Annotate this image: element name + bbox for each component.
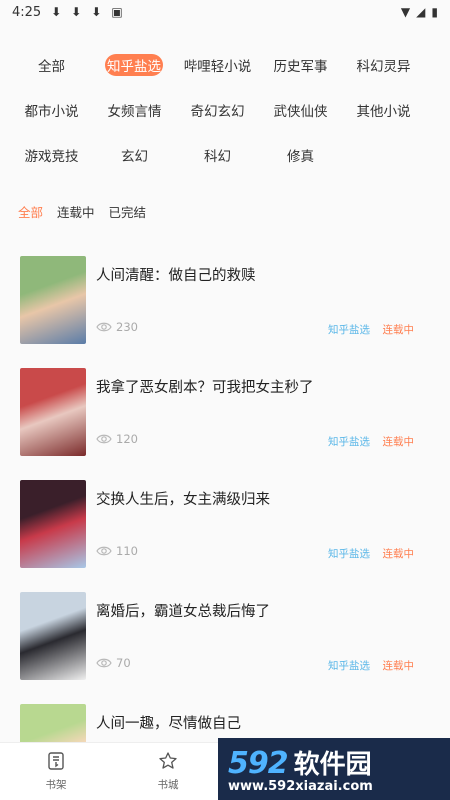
book-list-item[interactable]: 离婚后，霸道女总裁后悔了 70 知乎盐选 连载中 [0,592,450,704]
signal-icon: ◢ [416,5,426,19]
view-count-value: 230 [116,320,138,334]
status-tab[interactable]: 全部 [18,202,43,221]
category-item[interactable]: 全部 [10,54,93,76]
nav-bookshelf-label: 书架 [45,779,67,791]
watermark-chinese: 软件园 [293,750,372,780]
serial-status-tag: 连载中 [382,548,415,560]
nav-bookstore-label: 书城 [157,779,179,791]
book-cover-image [20,592,86,680]
book-list-item[interactable]: 人间清醒：做自己的救赎 230 知乎盐选 连载中 [0,256,450,368]
download-icon: ⬇ [91,5,102,19]
wifi-icon: ▼ [400,5,411,19]
watermark-number: 592 [228,746,289,781]
category-item[interactable]: 武侠仙侠 [259,99,342,121]
nav-bookshelf[interactable]: 书架 [0,743,112,800]
status-time: 4:25 [12,4,42,20]
download-icon: ⬇ [71,5,82,19]
watermark-url: www.592xiazai.com [228,779,373,794]
view-count-value: 110 [116,544,138,558]
category-item[interactable]: 历史军事 [259,54,342,76]
eye-icon [96,658,112,668]
battery-icon: ▮ [431,5,438,19]
book-title: 人间一趣，尽情做自己 [96,716,241,732]
category-item[interactable]: 奇幻玄幻 [176,99,259,121]
book-title: 我拿了恶女剧本？可我把女主秒了 [96,380,314,396]
eye-icon [96,322,112,332]
view-count: 110 [96,544,138,558]
bookstore-icon [159,752,177,769]
book-cover-image [20,480,86,568]
serial-status-tag: 连载中 [382,660,415,672]
status-filter-tabs: 全部 连载中 已完结 [0,166,450,221]
view-count: 230 [96,320,138,334]
view-count-value: 120 [116,432,138,446]
category-item[interactable]: 女频言情 [93,99,176,121]
book-list-item[interactable]: 我拿了恶女剧本？可我把女主秒了 120 知乎盐选 连载中 [0,368,450,480]
category-item[interactable]: 科幻灵异 [342,54,425,76]
status-bar: 4:25 ⬇ ⬇ ⬇ ▣ ▼ ◢ ▮ [0,0,450,24]
serial-status-tag: 连载中 [382,324,415,336]
site-watermark: 592 软件园 www.592xiazai.com [218,738,450,800]
nav-bookstore[interactable]: 书城 [112,743,224,800]
eye-icon [96,546,112,556]
book-title: 人间清醒：做自己的救赎 [96,268,256,284]
book-cover-image [20,368,86,456]
notification-app-icon: ▣ [111,5,123,19]
bookshelf-icon [48,752,64,770]
source-tag: 知乎盐选 [328,324,370,336]
status-tab[interactable]: 已完结 [109,202,147,221]
category-grid: 全部 知乎盐选 哔哩轻小说 历史军事 科幻灵异都市小说 女频言情 奇幻玄幻 武侠仙侠 其他小说游… [0,24,450,166]
category-item[interactable]: 修真 [259,144,342,166]
source-tag: 知乎盐选 [328,548,370,560]
serial-status-tag: 连载中 [382,436,415,448]
source-tag: 知乎盐选 [328,660,370,672]
book-title: 离婚后，霸道女总裁后悔了 [96,604,270,620]
book-list-item[interactable]: 交换人生后，女主满级归来 110 知乎盐选 连载中 [0,480,450,592]
download-icon: ⬇ [51,5,62,19]
category-item[interactable]: 哔哩轻小说 [176,54,259,76]
view-count: 70 [96,656,131,670]
status-tab[interactable]: 连载中 [57,202,95,221]
source-tag: 知乎盐选 [328,436,370,448]
eye-icon [96,434,112,444]
view-count: 120 [96,432,138,446]
category-item[interactable]: 科幻 [176,144,259,166]
book-title: 交换人生后，女主满级归来 [96,492,270,508]
view-count-value: 70 [116,656,131,670]
category-item[interactable]: 知乎盐选 [105,54,163,76]
category-item[interactable]: 其他小说 [342,99,425,121]
category-item[interactable]: 都市小说 [10,99,93,121]
category-item[interactable]: 玄幻 [93,144,176,166]
category-item[interactable]: 游戏竞技 [10,144,93,166]
book-list: 人间清醒：做自己的救赎 230 知乎盐选 连载中 我拿了恶女剧本？可我把女主秒了 120 知… [0,256,450,800]
book-cover-image [20,256,86,344]
